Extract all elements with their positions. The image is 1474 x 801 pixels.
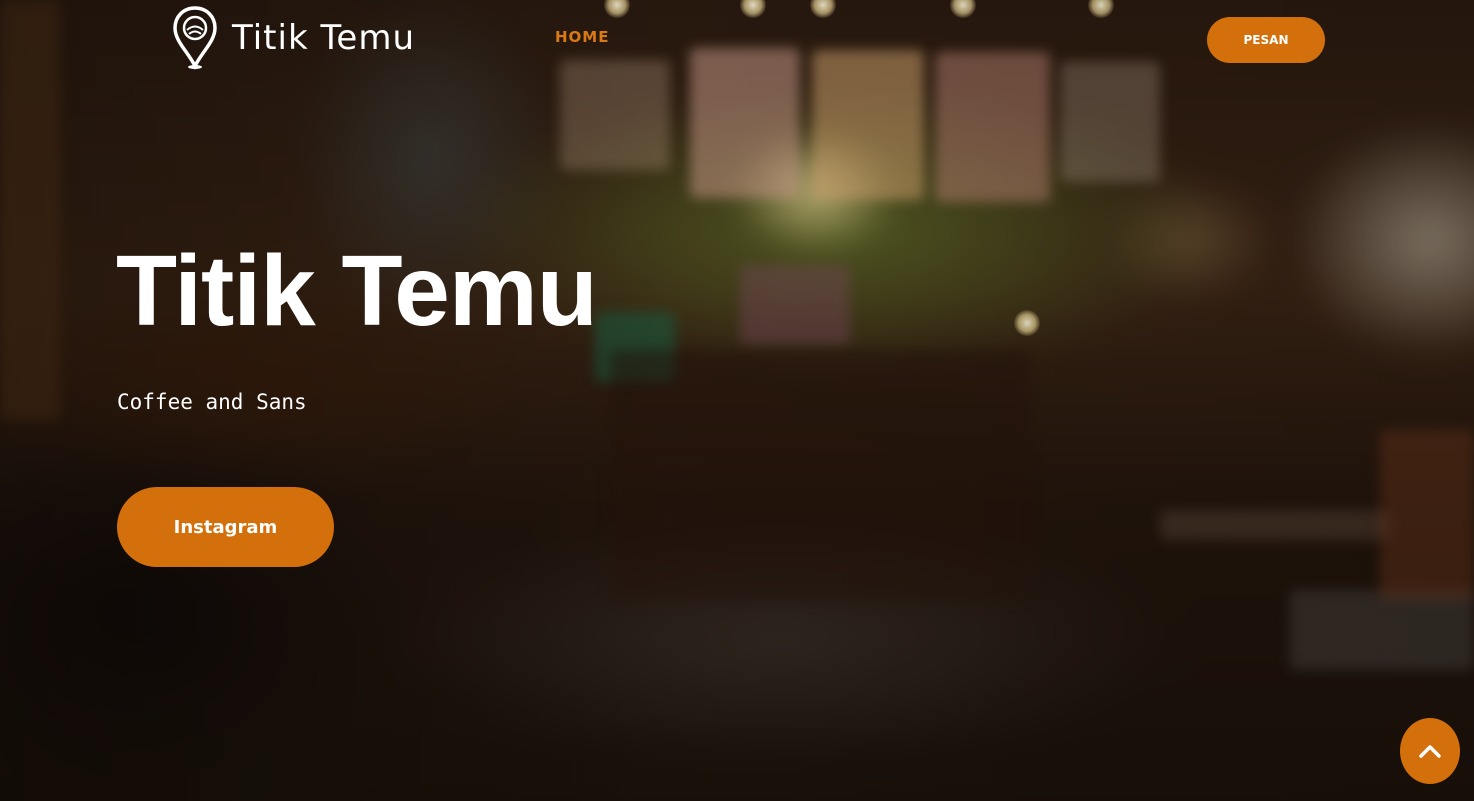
hero-title: Titik Temu	[116, 235, 598, 347]
brand-logo[interactable]: Titik Temu	[172, 6, 415, 70]
back-to-top-button[interactable]	[1400, 718, 1460, 784]
hero-subtitle: Coffee and Sans	[117, 390, 307, 414]
instagram-button[interactable]: Instagram	[117, 487, 334, 567]
pesan-button[interactable]: PESAN	[1207, 17, 1325, 63]
nav-link-home[interactable]: HOME	[555, 28, 609, 46]
hero-section: Titik Temu HOME PESAN Titik Temu Coffee …	[0, 0, 1474, 801]
map-pin-logo-icon	[173, 6, 217, 70]
logo-text: Titik Temu	[232, 18, 416, 58]
site-header: Titik Temu HOME PESAN	[0, 0, 1474, 80]
chevron-up-icon	[1419, 745, 1441, 758]
